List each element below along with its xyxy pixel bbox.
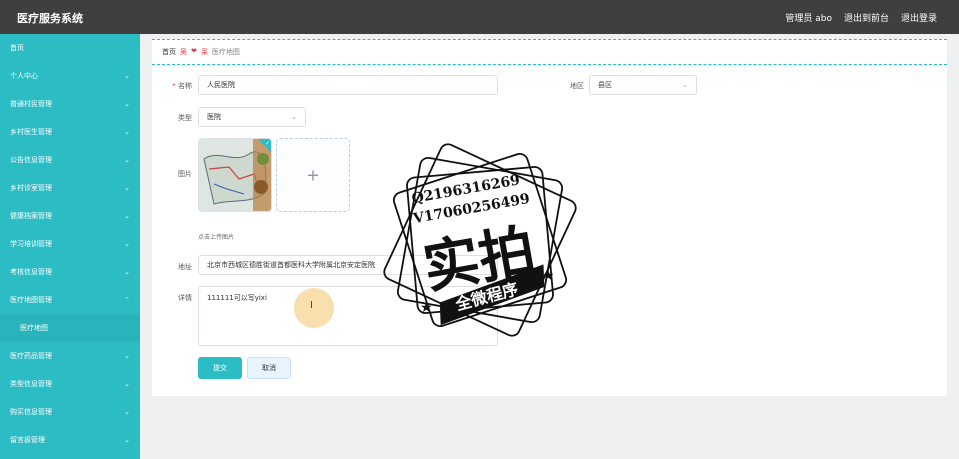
address-label: 地址 xyxy=(178,263,192,271)
chevron-down-icon: ⌄ xyxy=(124,380,130,388)
star-icon: ★ xyxy=(542,268,555,284)
chevron-down-icon: ⌄ xyxy=(124,212,130,220)
chevron-down-icon: ⌄ xyxy=(124,156,130,164)
sidebar-item[interactable]: 医疗地图 xyxy=(0,314,140,342)
sidebar-item-label: 个人中心 xyxy=(10,72,38,80)
sidebar-item[interactable]: 公告信息管理 ⌄ xyxy=(0,146,140,174)
breadcrumb-current: 医疗地图 xyxy=(211,48,240,56)
region-select[interactable]: 县区 ⌄ xyxy=(589,75,697,95)
check-icon: ✓ xyxy=(264,140,270,147)
chevron-up-icon: ⌃ xyxy=(124,296,130,304)
upload-button[interactable]: + xyxy=(276,138,350,212)
sidebar-item-label: 医疗地图 xyxy=(20,324,48,332)
sidebar-item[interactable]: 考核信息管理 ⌄ xyxy=(0,258,140,286)
sidebar: 首页 个人中心 ⌄ 普通村民管理 ⌄ 乡村医生管理 ⌄ 公告信息管理 ⌄ 乡村诊室管理 ⌄ 健康档案管… xyxy=(0,34,140,459)
sidebar-item[interactable]: 乡村诊室管理 ⌄ xyxy=(0,174,140,202)
chevron-down-icon: ⌄ xyxy=(124,100,130,108)
chevron-down-icon: ⌄ xyxy=(124,72,130,80)
breadcrumb-home[interactable]: 首页 xyxy=(162,47,176,57)
back-to-front-link[interactable]: 退出到前台 xyxy=(844,11,889,24)
sidebar-item-label: 购买信息管理 xyxy=(10,408,52,416)
sidebar-item-label: 考核信息管理 xyxy=(10,268,52,276)
sidebar-item[interactable]: 首页 xyxy=(0,34,140,62)
sidebar-item-label: 健康档案管理 xyxy=(10,212,52,220)
chevron-down-icon: ⌄ xyxy=(124,436,130,444)
sidebar-item-label: 普通村民管理 xyxy=(10,100,52,108)
sidebar-item-label: 乡村医生管理 xyxy=(10,128,52,136)
admin-label: 管理员 abo xyxy=(785,14,832,24)
map-image-icon xyxy=(199,139,271,211)
star-icon: ★ xyxy=(420,300,433,316)
text-cursor-icon: I xyxy=(310,300,313,311)
chevron-down-icon: ⌄ xyxy=(124,408,130,416)
sidebar-item[interactable]: 购买信息管理 ⌄ xyxy=(0,398,140,426)
breadcrumb: 首页 吴 ❤ 呆 医疗地图 xyxy=(162,47,240,57)
breadcrumb-bar: 首页 吴 ❤ 呆 医疗地图 xyxy=(152,39,947,65)
submit-button[interactable]: 提交 xyxy=(198,357,242,379)
breadcrumb-sep2: 呆 xyxy=(200,48,208,56)
sidebar-item[interactable]: 个人中心 ⌄ xyxy=(0,62,140,90)
sidebar-item[interactable]: 类型信息管理 ⌄ xyxy=(0,370,140,398)
sidebar-item[interactable]: 健康档案管理 ⌄ xyxy=(0,202,140,230)
chevron-down-icon: ⌄ xyxy=(124,352,130,360)
chevron-down-icon: ⌄ xyxy=(124,184,130,192)
heart-icon: ❤ xyxy=(191,47,197,55)
sidebar-item-label: 医疗药品管理 xyxy=(10,352,52,360)
sidebar-item[interactable]: 留言板管理 ⌄ xyxy=(0,426,140,454)
chevron-down-icon: ⌄ xyxy=(291,113,297,121)
plus-icon: + xyxy=(306,165,320,185)
chevron-down-icon: ⌄ xyxy=(682,81,688,89)
sidebar-item-label: 医疗地图管理 xyxy=(10,296,52,304)
cancel-button[interactable]: 取消 xyxy=(247,357,291,379)
chevron-down-icon: ⌄ xyxy=(124,268,130,276)
detail-label: 详情 xyxy=(178,294,192,302)
sidebar-item-label: 乡村诊室管理 xyxy=(10,184,52,192)
app-title: 医疗服务系统 xyxy=(17,12,83,25)
upload-hint: 点击上传图片 xyxy=(198,234,235,241)
chevron-down-icon: ⌄ xyxy=(124,240,130,248)
top-actions: 管理员 abo 退出到前台 退出登录 xyxy=(785,11,937,24)
sidebar-item[interactable]: 乡村医生管理 ⌄ xyxy=(0,118,140,146)
name-label: * 名称 xyxy=(172,82,192,90)
sidebar-item-label: 留言板管理 xyxy=(10,436,45,444)
region-label: 地区 xyxy=(570,82,584,90)
sidebar-item-label: 公告信息管理 xyxy=(10,156,52,164)
uploaded-image[interactable]: ✓ xyxy=(198,138,272,212)
cursor-highlight xyxy=(294,288,334,328)
breadcrumb-sep: 吴 xyxy=(180,48,187,56)
sidebar-item-label: 学习培训管理 xyxy=(10,240,52,248)
chevron-down-icon: ⌄ xyxy=(124,128,130,136)
watermark-stamp: Q2196316269 V17060256499 实拍 全微程序 ★ ★ xyxy=(383,143,577,337)
type-select[interactable]: 医院 ⌄ xyxy=(198,107,306,127)
type-label: 类型 xyxy=(178,114,192,122)
image-label: 图片 xyxy=(178,170,192,178)
name-input[interactable]: 人民医院 xyxy=(198,75,498,95)
sidebar-item[interactable]: 普通村民管理 ⌄ xyxy=(0,90,140,118)
logout-link[interactable]: 退出登录 xyxy=(901,11,937,24)
sidebar-item-label: 首页 xyxy=(10,44,24,52)
sidebar-item[interactable]: 医疗地图管理 ⌃ xyxy=(0,286,140,314)
sidebar-item-label: 类型信息管理 xyxy=(10,380,52,388)
sidebar-item[interactable]: 学习培训管理 ⌄ xyxy=(0,230,140,258)
sidebar-item[interactable]: 医疗药品管理 ⌄ xyxy=(0,342,140,370)
top-bar: 医疗服务系统 管理员 abo 退出到前台 退出登录 xyxy=(0,0,959,34)
